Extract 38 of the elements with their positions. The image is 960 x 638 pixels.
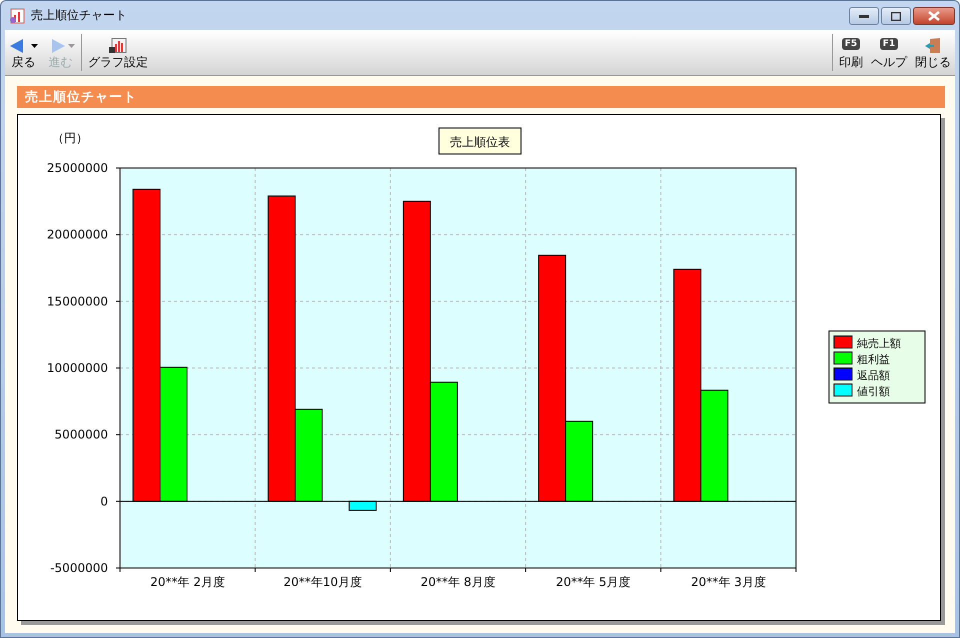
x-axis-label: 20**年 2月度 (150, 575, 225, 589)
x-axis-label: 20**年 3月度 (691, 575, 766, 589)
app-chart-icon (9, 8, 25, 24)
y-axis-label: 0 (100, 494, 108, 508)
y-axis-label: 25000000 (46, 161, 108, 175)
x-axis-label: 20**年10月度 (284, 575, 362, 589)
toolbar-button[interactable]: 戻る (5, 30, 42, 75)
toolbar-button[interactable]: 閉じる (911, 30, 955, 75)
close-icon (928, 11, 940, 21)
caret-icon (68, 44, 75, 48)
minimize-icon (859, 14, 869, 18)
minimize-button[interactable] (849, 7, 879, 25)
legend-label: 粗利益 (857, 353, 890, 366)
maximize-icon (891, 12, 901, 20)
legend-label: 純売上額 (857, 337, 901, 350)
function-key-icon: F5 (842, 38, 860, 50)
section-header: 売上順位チャート (17, 86, 945, 108)
window-title: 売上順位チャート (31, 7, 127, 24)
legend-label: 返品額 (857, 369, 890, 382)
y-axis-label: 10000000 (46, 361, 108, 375)
caret-icon (31, 44, 38, 48)
exit-door-icon (924, 38, 942, 54)
y-axis-label: 15000000 (46, 294, 108, 308)
toolbar-button[interactable]: F1 ヘルプ (867, 30, 911, 75)
y-axis-unit: （円） (52, 131, 88, 145)
chart-settings-icon (109, 38, 127, 54)
maximize-button[interactable] (881, 7, 911, 25)
legend-label: 値引額 (857, 385, 890, 398)
toolbar-button[interactable]: グラフ設定 (84, 30, 152, 75)
toolbar-button[interactable]: F5 印刷 (835, 30, 867, 75)
y-axis-label: -5000000 (50, 561, 108, 575)
chart-title: 売上順位表 (450, 135, 510, 149)
x-axis-label: 20**年 8月度 (420, 575, 496, 589)
y-axis-label: 5000000 (54, 428, 108, 442)
function-key-icon: F1 (880, 38, 898, 50)
x-axis-label: 20**年 5月度 (556, 575, 631, 589)
close-button[interactable] (913, 7, 955, 25)
y-axis-label: 20000000 (46, 228, 108, 242)
